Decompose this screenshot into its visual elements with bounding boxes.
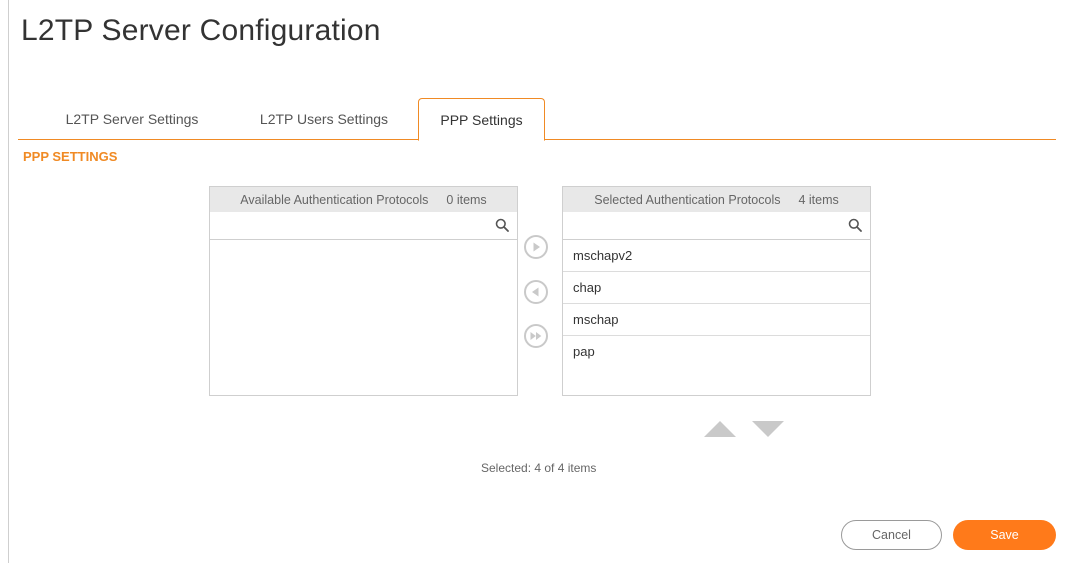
tab-l2tp-users-settings[interactable]: L2TP Users Settings xyxy=(239,98,409,140)
selected-search-input[interactable] xyxy=(563,212,870,239)
fast-forward-icon xyxy=(530,332,542,340)
search-icon[interactable] xyxy=(495,218,509,232)
reorder-controls xyxy=(704,421,786,437)
available-protocols-panel: Available Authentication Protocols 0 ite… xyxy=(209,186,518,396)
list-item[interactable]: mschapv2 xyxy=(563,240,870,272)
available-search-input[interactable] xyxy=(210,212,517,239)
play-right-icon xyxy=(533,242,540,252)
tab-bar: L2TP Server Settings L2TP Users Settings… xyxy=(18,98,1056,141)
save-button[interactable]: Save xyxy=(953,520,1056,550)
move-all-right-button[interactable] xyxy=(524,324,548,348)
list-item[interactable]: mschap xyxy=(563,304,870,336)
page-left-border xyxy=(8,0,9,563)
selected-panel-title: Selected Authentication Protocols xyxy=(594,192,781,207)
play-left-icon xyxy=(532,287,539,297)
selected-list: mschapv2 chap mschap pap xyxy=(563,240,870,368)
selected-protocols-panel: Selected Authentication Protocols 4 item… xyxy=(562,186,871,396)
tab-l2tp-server-settings[interactable]: L2TP Server Settings xyxy=(47,98,217,140)
section-title: PPP SETTINGS xyxy=(23,149,118,164)
selected-panel-header: Selected Authentication Protocols 4 item… xyxy=(563,187,870,212)
list-item[interactable]: pap xyxy=(563,336,870,368)
selection-status: Selected: 4 of 4 items xyxy=(481,461,597,475)
selected-item-count: 4 items xyxy=(798,192,839,207)
available-item-count: 0 items xyxy=(446,192,487,207)
search-icon[interactable] xyxy=(848,218,862,232)
available-panel-title: Available Authentication Protocols xyxy=(240,192,429,207)
page-title: L2TP Server Configuration xyxy=(21,14,381,47)
move-right-button[interactable] xyxy=(524,235,548,259)
available-search-row xyxy=(210,212,517,240)
tab-ppp-settings[interactable]: PPP Settings xyxy=(418,98,545,141)
available-panel-header: Available Authentication Protocols 0 ite… xyxy=(210,187,517,212)
selected-search-row xyxy=(563,212,870,240)
triangle-down-icon[interactable] xyxy=(752,421,784,437)
cancel-button[interactable]: Cancel xyxy=(841,520,942,550)
list-item[interactable]: chap xyxy=(563,272,870,304)
move-left-button[interactable] xyxy=(524,280,548,304)
triangle-up-icon[interactable] xyxy=(704,421,736,437)
